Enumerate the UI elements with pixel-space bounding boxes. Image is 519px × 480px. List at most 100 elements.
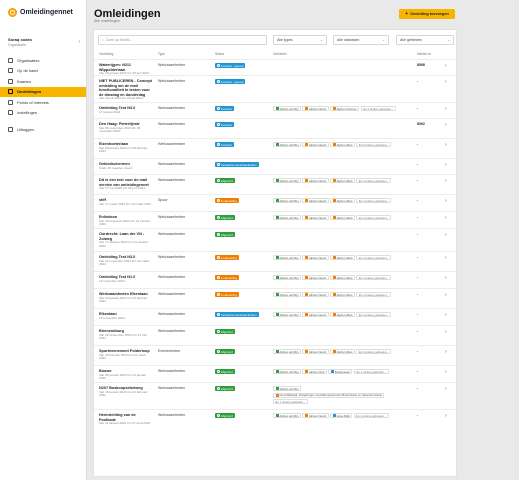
- column-header-number[interactable]: Melden er: [417, 52, 431, 56]
- more-areas-chip[interactable]: En 7 andere gebieden...: [273, 399, 308, 404]
- table-row[interactable]: Elzenhoeterlaan Van 28 januari 2024 t/m 0…: [94, 138, 458, 158]
- chevron-right-icon[interactable]: ›: [445, 215, 447, 221]
- detour-date: Van 11 januari 2024 t/m 27 april 2024: [99, 421, 151, 426]
- table-row[interactable]: Brienendburg Van 28 september 2023 t/m 27…: [94, 325, 458, 345]
- area-filter-select[interactable]: Alle gebieden ⌄: [396, 35, 454, 45]
- more-areas-chip[interactable]: En 4 andere gebieden...: [356, 255, 392, 260]
- table-row[interactable]: Gebiedschermen Sinds 16 maarten citeert We…: [94, 158, 458, 174]
- search-input[interactable]: ⌕ Zoek op titel/id...: [98, 35, 267, 45]
- more-areas-chip[interactable]: En 4 andere gebieden...: [356, 349, 392, 354]
- table-row[interactable]: Den Haag: Pieterlijnstr Van 06 november 2…: [94, 118, 458, 138]
- table-row[interactable]: Oordrecht: Laan der VN - Zolweg Van 17 ok…: [94, 228, 458, 251]
- table-row[interactable]: Dit is een test voor de mail service van…: [94, 174, 458, 194]
- status-label: In uitvoering: [221, 255, 237, 260]
- table-row[interactable]: Sportevenement Polderloop Van 20 februari…: [94, 345, 458, 365]
- status-label: Afgerond: [221, 178, 233, 183]
- table-row[interactable]: N207 Boskoopsirkelweg Van 18 januari 2024…: [94, 382, 458, 409]
- more-areas-chip[interactable]: En 4 andere gebieden...: [356, 178, 392, 183]
- chevron-right-icon[interactable]: ›: [445, 349, 447, 355]
- table-row[interactable]: Elkenlaan 19 november 2024 Werkzaamheden Ve…: [94, 308, 458, 325]
- area-label: En 4 andere gebieden...: [358, 349, 389, 354]
- area-chip: Alphen a/d Rijn: [273, 215, 301, 220]
- chevron-right-icon[interactable]: ›: [445, 386, 447, 392]
- column-header-title[interactable]: Omleiding: [99, 52, 113, 56]
- more-areas-chip[interactable]: En 4 andere gebieden...: [356, 198, 392, 203]
- table-row[interactable]: Omleiding Test N3.0 Van 22 november 2023 …: [94, 251, 458, 271]
- status-filter-select[interactable]: Alle statussen ⌄: [333, 35, 389, 45]
- table-row[interactable]: Bouwe Van 05 januari 2023 t/m 31 januari …: [94, 365, 458, 382]
- chevron-right-icon[interactable]: ›: [445, 198, 447, 204]
- sidebar-item-omleidingen[interactable]: Omleidingen: [0, 86, 86, 97]
- profile-org: Organisatie: [8, 43, 26, 47]
- table-row[interactable]: Enlisdeon Van 19 augustus 2023 t/m 21 okt…: [94, 211, 458, 228]
- more-areas-chip[interactable]: En 4 andere gebieden...: [356, 312, 392, 317]
- chevron-right-icon[interactable]: ›: [445, 63, 447, 69]
- detour-type: Werkzaamheden: [158, 312, 186, 316]
- table-row[interactable]: Omleiding Test N1.0 19 november 2024 Werkz…: [94, 271, 458, 288]
- app-logo[interactable]: Omleidingennet: [8, 8, 73, 17]
- chevron-right-icon[interactable]: ›: [445, 232, 447, 238]
- area-chips: Alphen a/d Rijn Alphen Oost Bodegraven En 1…: [273, 369, 413, 374]
- chevron-right-icon[interactable]: ›: [445, 142, 447, 148]
- table-row[interactable]: Herinrichting van de Poolkade Van 11 janu…: [94, 409, 458, 426]
- area-chip: Alphen Noord: [302, 178, 329, 183]
- chevron-right-icon[interactable]: ›: [445, 106, 447, 112]
- table-row[interactable]: Omleiding Test N3.0 17 januari 2024 Werkza…: [94, 102, 458, 118]
- area-label: En 5 andere gebieden...: [358, 142, 389, 147]
- column-header-type[interactable]: Type: [158, 52, 165, 56]
- sidebar-item-uitloggen[interactable]: Uitloggen: [0, 124, 86, 135]
- more-areas-chip[interactable]: En 1 andere gebieden...: [353, 413, 389, 418]
- status-badge: Afgerond: [215, 349, 235, 354]
- chevron-right-icon[interactable]: ›: [445, 122, 447, 128]
- status-badge: In uitvoering: [215, 275, 239, 280]
- table-row[interactable]: stiff Van 17 maart 2024 t/m 23 maart 2024…: [94, 194, 458, 211]
- chevron-right-icon[interactable]: ›: [445, 292, 447, 298]
- detour-date: Van 28 september 2023 t/m 27 juni 2024: [99, 332, 147, 341]
- more-areas-chip[interactable]: En 1 andere gebieden...: [353, 369, 389, 374]
- chevron-right-icon[interactable]: ›: [445, 329, 447, 335]
- more-areas-chip[interactable]: En 4 andere gebieden...: [360, 106, 396, 111]
- table-row[interactable]: Waterrijgen: N211 Wippolderlaan Van 28 ja…: [94, 59, 458, 75]
- area-icon: [304, 107, 308, 110]
- type-filter-select[interactable]: Alle types ⌄: [273, 35, 327, 45]
- detour-type: Werkzaamheden: [158, 162, 186, 166]
- chevron-right-icon[interactable]: ›: [445, 255, 447, 261]
- table-row[interactable]: Werkzaamheden Elkenlaan Van 23 januari 20…: [94, 288, 458, 308]
- chevron-right-icon[interactable]: ›: [445, 162, 447, 168]
- column-header-areas[interactable]: Gebieden: [273, 52, 287, 56]
- detour-date: Van 28 januari 2024 t/m 08 februari 2024: [99, 145, 148, 154]
- chevron-right-icon[interactable]: ›: [445, 312, 447, 318]
- sidebar-item-instellingen[interactable]: Instellingen: [0, 108, 86, 119]
- status-icon: [217, 179, 220, 182]
- chevron-right-icon[interactable]: ›: [445, 369, 447, 375]
- chevron-right-icon[interactable]: ›: [445, 413, 447, 419]
- sidebar-item-op-de-kaart[interactable]: Op de kaart: [0, 66, 86, 77]
- status-badge: Verwachte werkzaamheden: [215, 162, 259, 167]
- chevron-right-icon[interactable]: ›: [445, 275, 447, 281]
- more-areas-chip[interactable]: En 4 andere gebieden...: [356, 275, 392, 280]
- area-chip: Alphen Noord: [302, 142, 329, 147]
- sidebar-item-organisaties[interactable]: Organisaties: [0, 55, 86, 66]
- sidebar-item-kaarten[interactable]: Kaarten: [0, 76, 86, 87]
- detour-number: -: [417, 386, 419, 390]
- status-badge: Concept: [215, 122, 234, 127]
- table-row[interactable]: NIET PUBLICEREN - Concept omleiding om d…: [94, 75, 458, 102]
- status-label: In uitvoering: [221, 198, 237, 203]
- sidebar: Omleidingennet Soraq codes Organisatie ›…: [0, 0, 87, 480]
- area-label: En 4 andere gebieden...: [358, 178, 389, 183]
- more-areas-chip[interactable]: En 3 andere gebieden...: [356, 292, 392, 297]
- status-icon: [217, 143, 220, 146]
- area-chip: Alphen West: [330, 255, 355, 260]
- sidebar-item-points-of-interests[interactable]: Points of interests: [0, 97, 86, 108]
- profile-switcher[interactable]: Soraq codes Organisatie ›: [8, 37, 82, 47]
- more-areas-chip[interactable]: En 3 andere gebieden...: [356, 215, 392, 220]
- status-icon: [217, 233, 220, 236]
- detour-type: Werkzaamheden: [158, 329, 186, 333]
- chevron-right-icon[interactable]: ›: [445, 79, 447, 85]
- add-detour-button[interactable]: + Omleiding toevoegen: [399, 9, 455, 19]
- area-chips: Alphen a/d Rijn Alphen Noord Alphen West En…: [273, 178, 413, 183]
- chevron-right-icon[interactable]: ›: [445, 178, 447, 184]
- more-areas-chip[interactable]: En 5 andere gebieden...: [356, 142, 392, 147]
- column-header-status[interactable]: Status: [215, 52, 224, 56]
- area-icon: [275, 256, 279, 259]
